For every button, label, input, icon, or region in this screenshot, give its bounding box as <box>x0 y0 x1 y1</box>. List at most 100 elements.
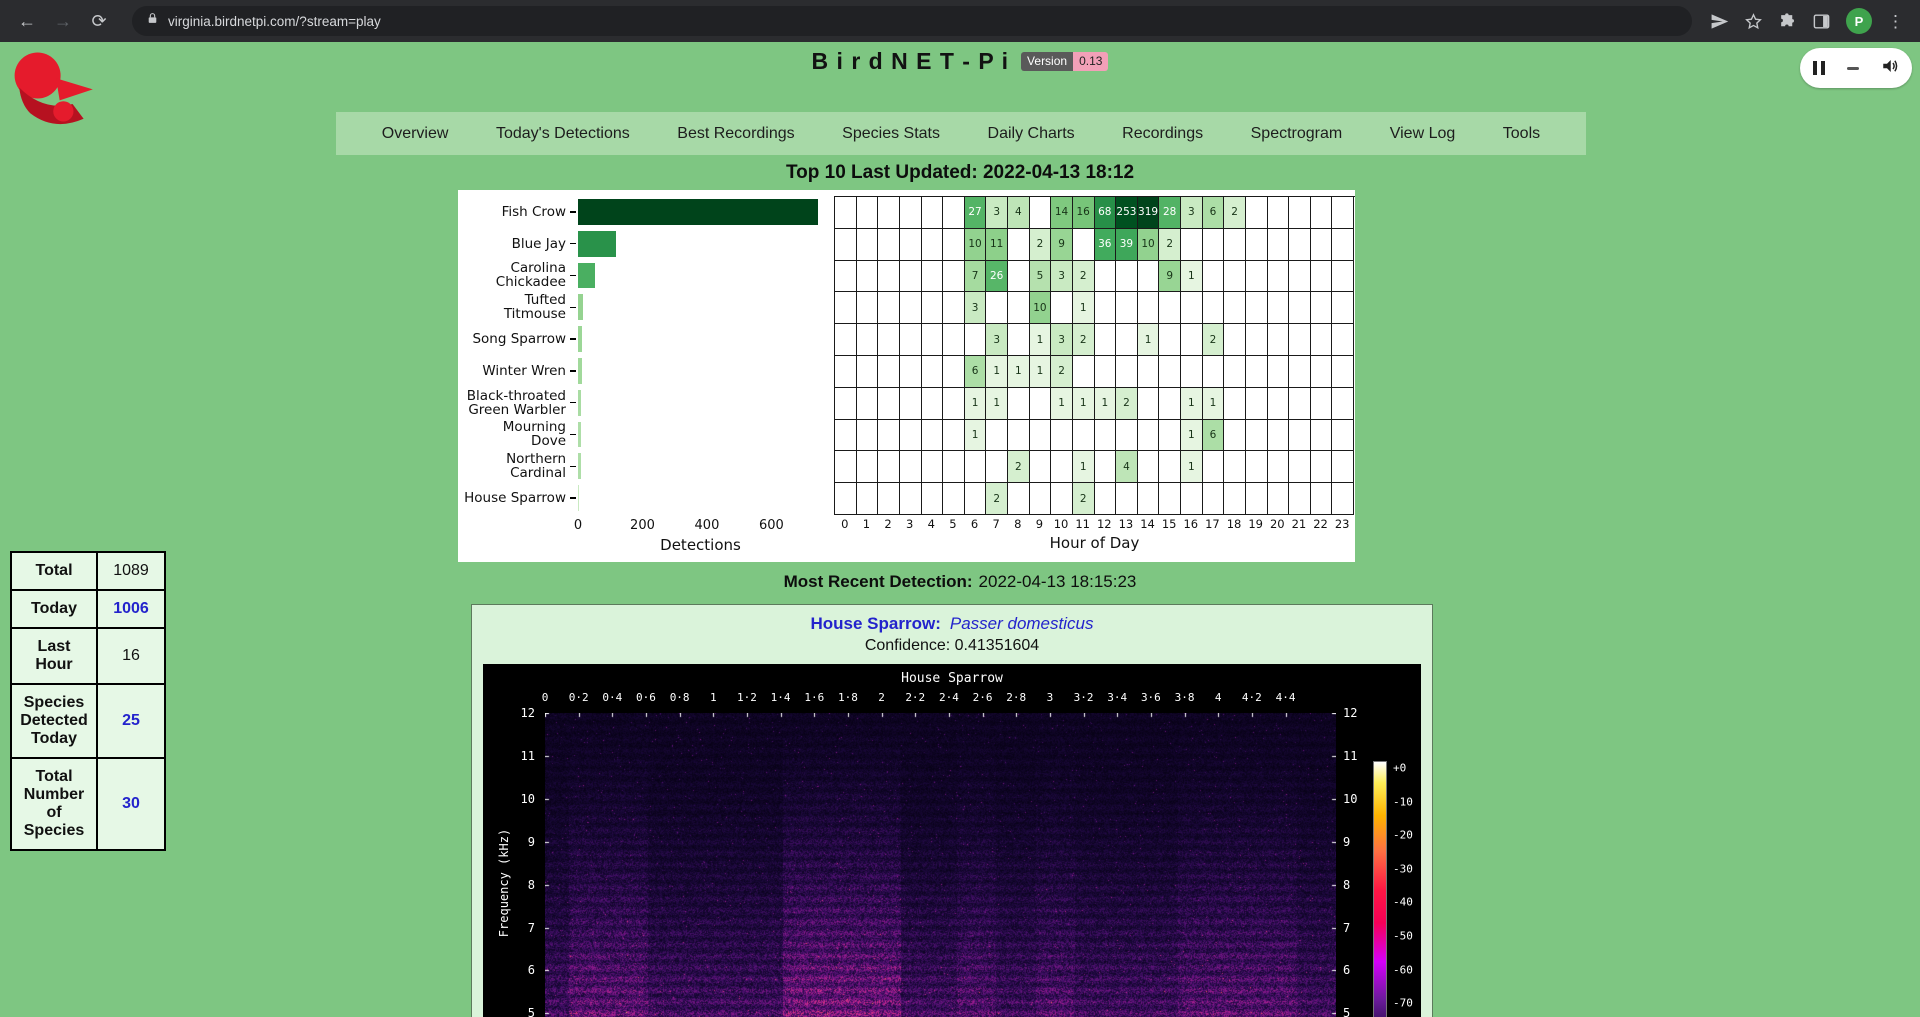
heatmap-cell: 3 <box>1051 261 1073 293</box>
heatmap-cell <box>1332 261 1354 293</box>
reload-icon[interactable]: ⟳ <box>84 6 114 36</box>
heatmap-cell <box>1268 388 1290 420</box>
volume-icon[interactable] <box>1881 57 1899 80</box>
heatmap-cell: 1 <box>986 356 1008 388</box>
extensions-icon[interactable] <box>1778 12 1797 31</box>
nav-item-overview[interactable]: Overview <box>382 125 449 143</box>
species-label: Tufted Titmouse <box>464 293 566 321</box>
heatmap-cell: 2 <box>1224 197 1246 229</box>
bookmark-star-icon[interactable] <box>1744 12 1763 31</box>
heatmap-cell: 1 <box>1030 356 1052 388</box>
time-tick-label: 0·4 <box>602 691 622 704</box>
heatmap-cell <box>1138 451 1160 483</box>
heatmap-cell <box>900 388 922 420</box>
heatmap-cell <box>1268 451 1290 483</box>
pause-button[interactable] <box>1813 61 1825 75</box>
stat-value[interactable]: 30 <box>97 758 165 850</box>
heatmap-cell <box>1332 483 1354 515</box>
heatmap-cell <box>857 420 879 452</box>
heatmap-cell: 10 <box>1030 292 1052 324</box>
hour-label: 23 <box>1331 517 1353 531</box>
db-tick-label: +0 <box>1393 762 1406 775</box>
detection-species-link[interactable]: House Sparrow: <box>811 614 941 633</box>
heatmap-cell: 28 <box>1159 197 1181 229</box>
heatmap-cell <box>1289 197 1311 229</box>
freq-tick-label: 12 <box>1343 706 1357 720</box>
browser-menu-icon[interactable]: ⋮ <box>1887 13 1904 30</box>
species-label: Fish Crow <box>502 205 566 219</box>
heatmap-cell <box>1159 420 1181 452</box>
heatmap-cell <box>835 197 857 229</box>
heatmap-cell <box>1116 483 1138 515</box>
db-tick-label: -20 <box>1393 829 1413 842</box>
heatmap-cell <box>922 451 944 483</box>
freq-tick-label: 12 <box>483 706 535 720</box>
detections-bar <box>578 485 579 511</box>
heatmap-cell <box>1268 420 1290 452</box>
heatmap-cell <box>1116 324 1138 356</box>
address-bar[interactable]: virginia.birdnetpi.com/?stream=play <box>132 6 1692 36</box>
audio-player[interactable] <box>1800 48 1912 88</box>
version-badge: Version 0.13 <box>1021 52 1108 71</box>
heatmap-cell <box>900 483 922 515</box>
heatmap-cell <box>1073 356 1095 388</box>
hour-label: 14 <box>1137 517 1159 531</box>
heatmap-cell: 253 <box>1116 197 1138 229</box>
heatmap-cell <box>1030 420 1052 452</box>
nav-item-spectrogram[interactable]: Spectrogram <box>1251 125 1343 143</box>
heatmap-cell <box>1311 356 1333 388</box>
heatmap-cell <box>878 261 900 293</box>
heatmap-cell <box>1224 324 1246 356</box>
forward-icon[interactable]: → <box>48 6 78 36</box>
send-icon[interactable] <box>1710 12 1729 31</box>
hour-label: 4 <box>921 517 943 531</box>
heatmap-cell <box>900 420 922 452</box>
heatmap-cell: 39 <box>1116 229 1138 261</box>
heatmap-cell: 1 <box>1181 388 1203 420</box>
hour-label: 1 <box>856 517 878 531</box>
heatmap-cell: 1 <box>1073 292 1095 324</box>
heatmap-cell <box>878 356 900 388</box>
heatmap-cell: 4 <box>1116 451 1138 483</box>
nav-item-species-stats[interactable]: Species Stats <box>842 125 940 143</box>
stat-value[interactable]: 1006 <box>97 590 165 628</box>
back-icon[interactable]: ← <box>12 6 42 36</box>
nav-item-today-s-detections[interactable]: Today's Detections <box>496 125 630 143</box>
heatmap-cell <box>986 451 1008 483</box>
heatmap-cell <box>835 420 857 452</box>
page-title: B i r d N E T - P i <box>812 48 1010 75</box>
y-tick <box>570 497 576 499</box>
heatmap-cell <box>1159 388 1181 420</box>
freq-tick-label: 5 <box>1343 1006 1350 1017</box>
heatmap-cell: 1 <box>965 388 987 420</box>
heatmap-cell <box>857 356 879 388</box>
heatmap-cell <box>1203 261 1225 293</box>
nav-item-view-log[interactable]: View Log <box>1390 125 1456 143</box>
heatmap-cell <box>1246 451 1268 483</box>
heatmap-cell: 6 <box>1203 420 1225 452</box>
x-tick-label: 0 <box>574 518 582 533</box>
nav-item-daily-charts[interactable]: Daily Charts <box>988 125 1075 143</box>
heatmap-cell <box>1289 229 1311 261</box>
heatmap-cell <box>1116 292 1138 324</box>
detections-bar <box>578 390 581 416</box>
stats-row: Today1006 <box>11 590 165 628</box>
detection-scientific-link[interactable]: Passer domesticus <box>950 614 1094 633</box>
heatmap-cell <box>943 324 965 356</box>
heatmap-cell <box>1289 324 1311 356</box>
heatmap-cell: 1 <box>1073 451 1095 483</box>
nav-item-tools[interactable]: Tools <box>1503 125 1540 143</box>
heatmap-cell: 68 <box>1095 197 1117 229</box>
heatmap-cell: 2 <box>1073 261 1095 293</box>
seek-bar[interactable] <box>1847 67 1859 70</box>
heatmap-cell <box>900 292 922 324</box>
stat-value[interactable]: 25 <box>97 684 165 758</box>
side-panel-icon[interactable] <box>1812 12 1831 31</box>
nav-item-best-recordings[interactable]: Best Recordings <box>677 125 794 143</box>
hour-label: 6 <box>964 517 986 531</box>
db-tick-label: -60 <box>1393 963 1413 976</box>
profile-avatar[interactable]: P <box>1846 8 1872 34</box>
hour-label: 2 <box>877 517 899 531</box>
nav-item-recordings[interactable]: Recordings <box>1122 125 1203 143</box>
recent-label: Most Recent Detection: <box>784 572 973 591</box>
